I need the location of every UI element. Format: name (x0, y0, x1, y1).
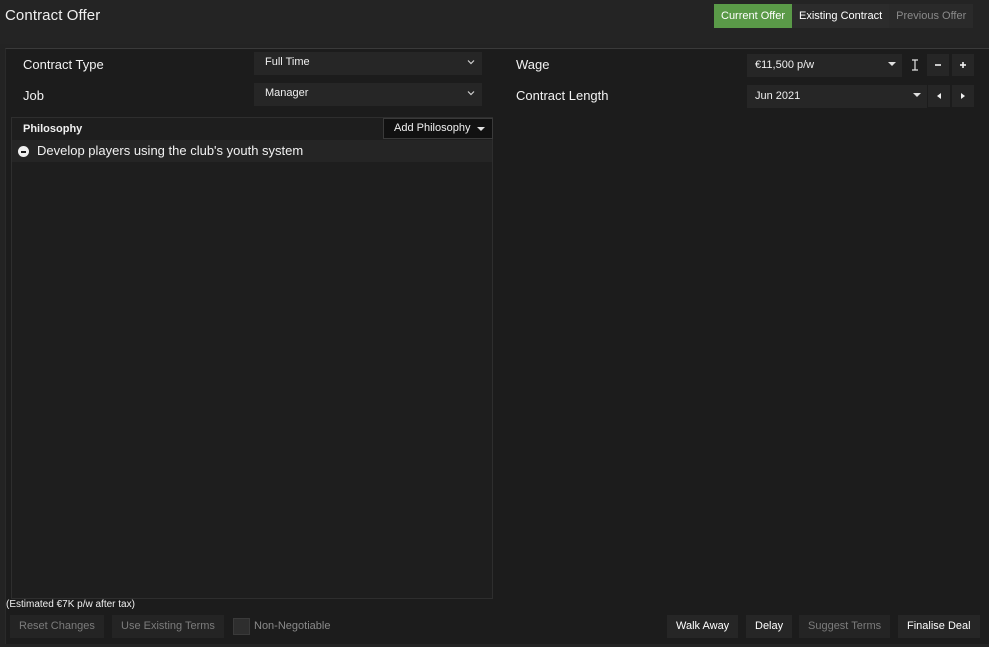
contract-length-prev-button[interactable] (928, 85, 950, 107)
add-philosophy-button[interactable]: Add Philosophy (383, 118, 493, 139)
arrow-right-icon (961, 93, 965, 99)
minus-icon (935, 64, 941, 66)
contract-type-value: Full Time (265, 56, 310, 68)
list-item: Develop players using the club's youth s… (12, 140, 492, 162)
tab-previous-offer[interactable]: Previous Offer (889, 4, 974, 28)
caret-down-icon (888, 62, 896, 66)
job-value: Manager (265, 87, 309, 99)
job-label: Job (23, 88, 44, 103)
wage-dropdown[interactable]: €11,500 p/w (747, 54, 902, 77)
page-title: Contract Offer (5, 7, 101, 24)
philosophy-heading: Philosophy (23, 123, 83, 135)
suggest-terms-button[interactable]: Suggest Terms (799, 615, 891, 638)
use-existing-terms-button[interactable]: Use Existing Terms (112, 615, 224, 638)
text-cursor-icon (904, 54, 926, 76)
non-negotiable-checkbox[interactable] (233, 618, 250, 635)
caret-down-icon (477, 127, 485, 131)
contract-length-label: Contract Length (516, 88, 609, 103)
caret-down-icon (913, 93, 921, 97)
plus-icon (960, 62, 966, 68)
add-philosophy-label: Add Philosophy (394, 122, 471, 134)
contract-length-dropdown[interactable]: Jun 2021 (747, 85, 927, 108)
contract-type-dropdown[interactable]: Full Time (254, 52, 482, 75)
wage-increase-button[interactable] (952, 54, 974, 76)
job-dropdown[interactable]: Manager (254, 83, 482, 106)
contract-length-next-button[interactable] (952, 85, 974, 107)
reset-changes-button[interactable]: Reset Changes (10, 615, 104, 638)
contract-length-value: Jun 2021 (755, 90, 801, 102)
tab-current-offer[interactable]: Current Offer (714, 4, 792, 28)
philosophy-item-text: Develop players using the club's youth s… (37, 143, 304, 158)
non-negotiable-label: Non-Negotiable (254, 620, 331, 632)
walk-away-button[interactable]: Walk Away (667, 615, 739, 638)
philosophy-panel: Philosophy Add Philosophy Develop player… (11, 117, 493, 599)
chevron-down-icon (467, 60, 475, 65)
wage-decrease-button[interactable] (927, 54, 949, 76)
wage-value: €11,500 p/w (755, 59, 815, 71)
chevron-down-icon (467, 91, 475, 96)
delay-button[interactable]: Delay (746, 615, 793, 638)
wage-estimate: (Estimated €7K p/w after tax) (6, 599, 135, 610)
wage-label: Wage (516, 57, 550, 72)
header-bar: Contract Offer Current Offer Existing Co… (0, 0, 989, 44)
contract-type-label: Contract Type (23, 57, 104, 72)
finalise-deal-button[interactable]: Finalise Deal (898, 615, 980, 638)
offer-tabs: Current Offer Existing Contract Previous… (714, 4, 974, 28)
remove-circle-icon[interactable] (18, 146, 29, 157)
arrow-left-icon (937, 93, 941, 99)
contract-panel: Contract Type Full Time Job Manager Wage… (5, 48, 989, 644)
tab-existing-contract[interactable]: Existing Contract (792, 4, 890, 28)
